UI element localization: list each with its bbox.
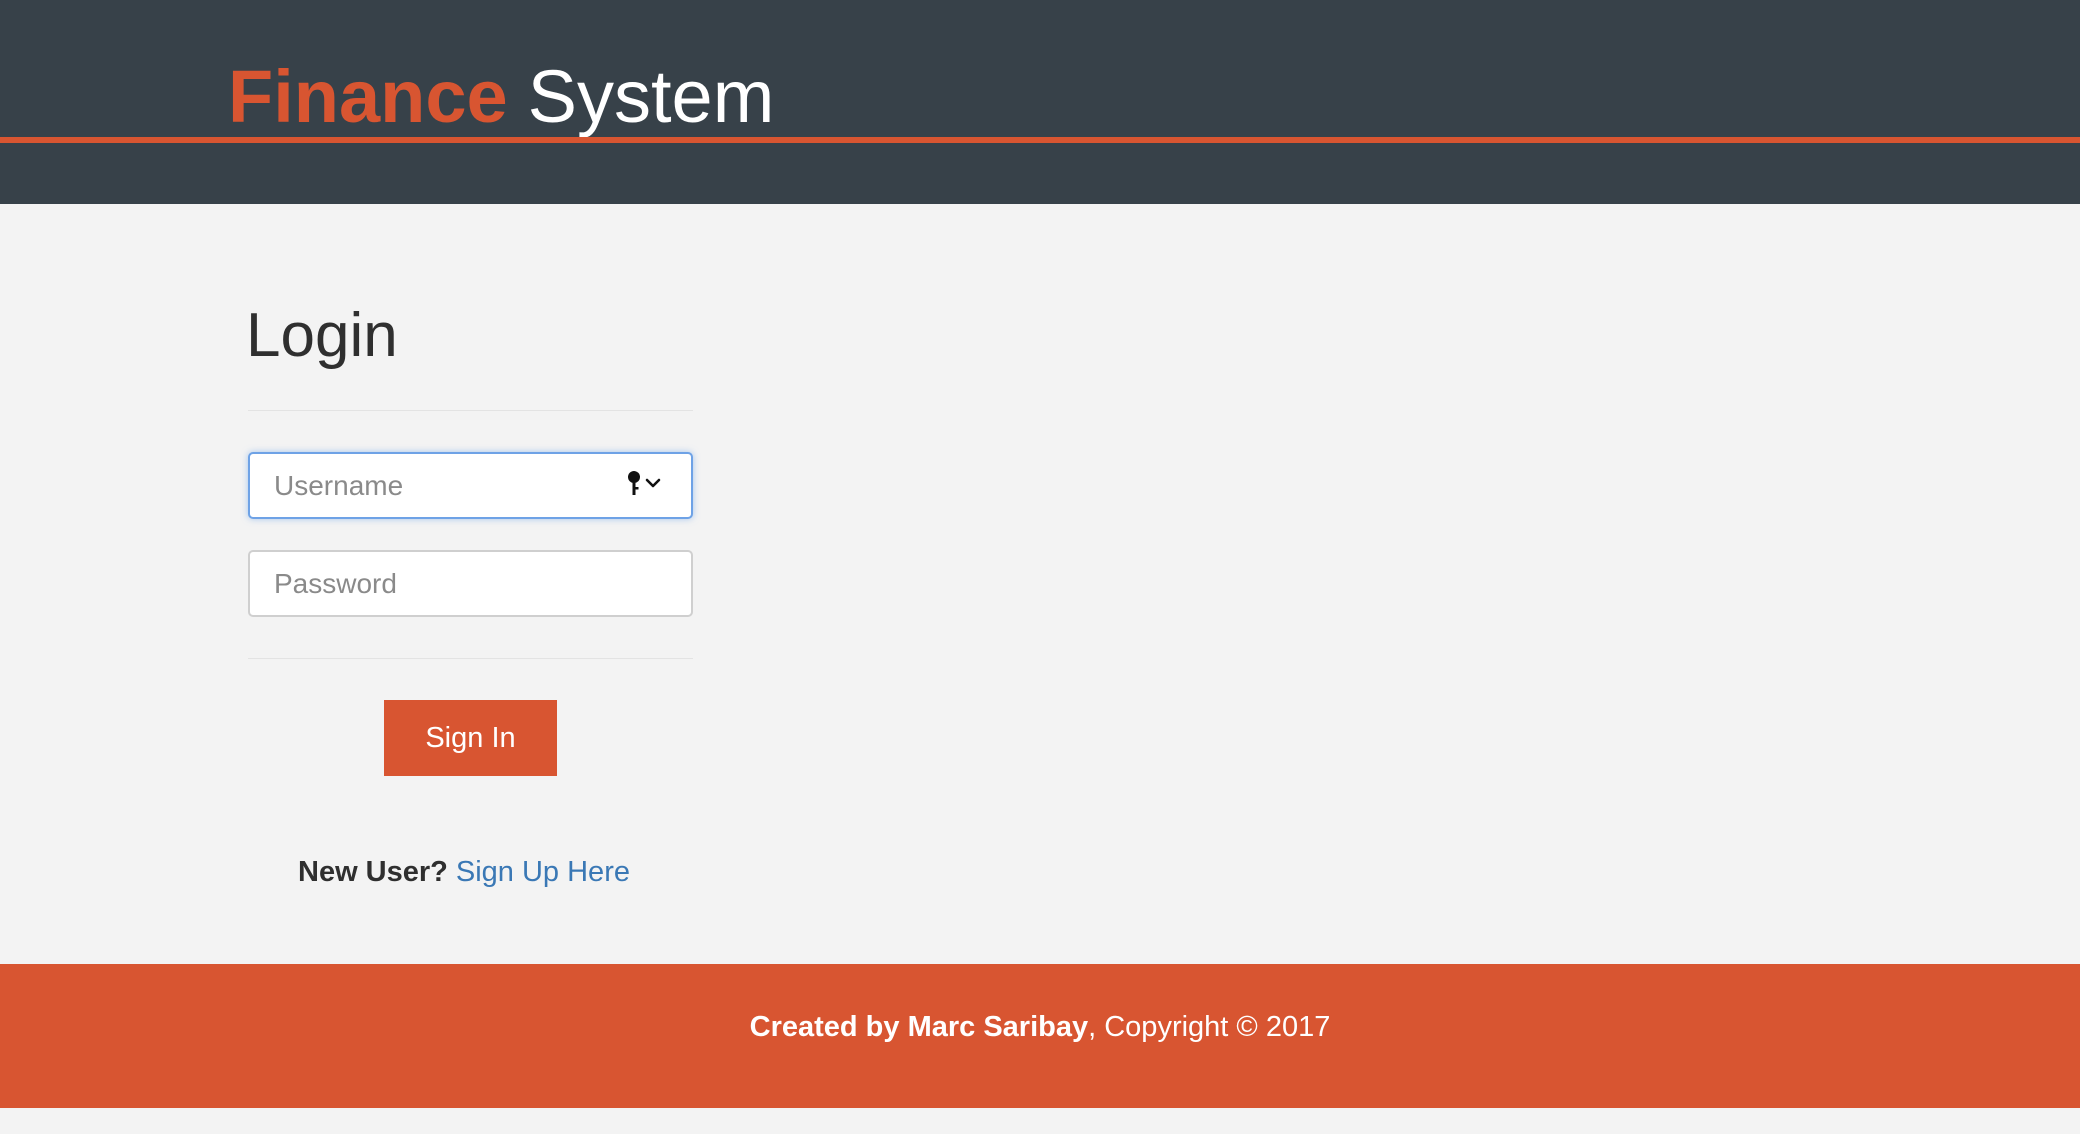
footer-copyright: , Copyright © 2017 bbox=[1088, 1011, 1331, 1043]
signup-prompt: New User? Sign Up Here bbox=[298, 852, 630, 892]
password-manager-widget[interactable] bbox=[626, 470, 670, 500]
header-accent-line bbox=[0, 137, 2080, 143]
login-title: Login bbox=[246, 301, 398, 370]
footer-credit: Created by Marc Saribay bbox=[749, 1011, 1089, 1043]
form-divider-top bbox=[248, 410, 693, 411]
password-field[interactable] bbox=[248, 550, 693, 617]
sign-in-button[interactable]: Sign In bbox=[384, 700, 557, 776]
site-header: Finance System bbox=[0, 0, 2080, 204]
chevron-down-icon bbox=[644, 476, 662, 495]
brand-accent-text: Finance bbox=[228, 55, 508, 138]
form-divider-bottom bbox=[248, 658, 693, 659]
site-brand: Finance System bbox=[228, 52, 774, 142]
key-icon bbox=[626, 469, 642, 502]
new-user-label: New User? bbox=[298, 856, 448, 888]
footer-text: Created by Marc Saribay, Copyright © 201… bbox=[0, 1007, 2080, 1047]
sign-up-link[interactable]: Sign Up Here bbox=[456, 856, 630, 888]
brand-rest-text: System bbox=[527, 55, 775, 138]
